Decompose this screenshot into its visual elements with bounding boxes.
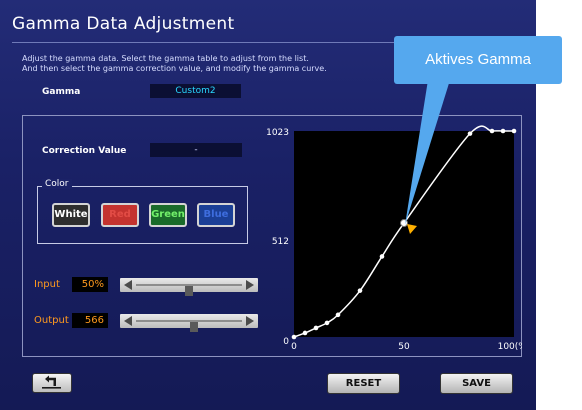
gamma-label: Gamma (42, 87, 81, 97)
output-slider-thumb[interactable] (190, 322, 199, 332)
curve-point[interactable] (335, 312, 341, 318)
instruction-line-1: Adjust the gamma data. Select the gamma … (22, 54, 309, 63)
y-tick-label: 0 (283, 337, 289, 347)
save-button[interactable]: SAVE (440, 373, 513, 394)
curve-point[interactable] (489, 128, 495, 134)
output-slider[interactable] (120, 314, 258, 332)
color-green-button[interactable]: Green (149, 203, 187, 227)
curve-point[interactable] (357, 288, 363, 293)
curve-point[interactable] (500, 128, 506, 134)
x-tick-label: 50 (398, 342, 410, 352)
output-label: Output (34, 315, 69, 326)
reset-button[interactable]: RESET (327, 373, 400, 394)
color-blue-button[interactable]: Blue (197, 203, 235, 227)
curve-point[interactable] (302, 330, 308, 336)
curve-point[interactable] (324, 320, 330, 326)
back-button[interactable] (32, 373, 72, 393)
curve-point[interactable] (379, 254, 385, 259)
return-arrow-icon (42, 375, 61, 389)
x-tick-label: 0 (291, 342, 297, 352)
input-slider-track[interactable] (136, 284, 242, 296)
input-slider-left-arrow-icon[interactable] (124, 280, 132, 290)
output-value-field: 566 (72, 313, 108, 328)
input-label: Input (34, 279, 60, 290)
input-slider-right-arrow-icon[interactable] (246, 280, 254, 290)
color-group-legend: Color (42, 179, 72, 189)
input-value-field: 50% (72, 277, 108, 292)
plot-area (294, 131, 514, 337)
output-slider-track[interactable] (136, 320, 242, 332)
output-slider-right-arrow-icon[interactable] (246, 316, 254, 326)
input-slider-thumb[interactable] (185, 286, 193, 296)
active-curve-point[interactable] (400, 219, 408, 228)
gamma-select[interactable]: Custom2 (150, 84, 241, 98)
color-red-button[interactable]: Red (101, 203, 139, 227)
instruction-line-2: And then select the gamma correction val… (22, 64, 327, 73)
correction-value-field[interactable]: - (150, 143, 242, 157)
page-title: Gamma Data Adjustment (12, 14, 235, 34)
y-tick-label: 1023 (266, 128, 289, 138)
curve-point[interactable] (511, 128, 517, 134)
x-tick-label: 100(%) (498, 342, 522, 352)
output-slider-left-arrow-icon[interactable] (124, 316, 132, 326)
annotation-callout: Aktives Gamma (394, 36, 562, 84)
correction-value-label: Correction Value (42, 146, 127, 156)
curve-point[interactable] (467, 131, 473, 136)
y-tick-label: 512 (272, 237, 289, 247)
curve-point[interactable] (313, 325, 319, 331)
gamma-curve-chart[interactable]: 1023 512 00 50 100(%) (262, 122, 522, 354)
input-slider[interactable] (120, 278, 258, 296)
color-white-button[interactable]: White (52, 203, 90, 227)
curve-point[interactable] (291, 334, 297, 340)
